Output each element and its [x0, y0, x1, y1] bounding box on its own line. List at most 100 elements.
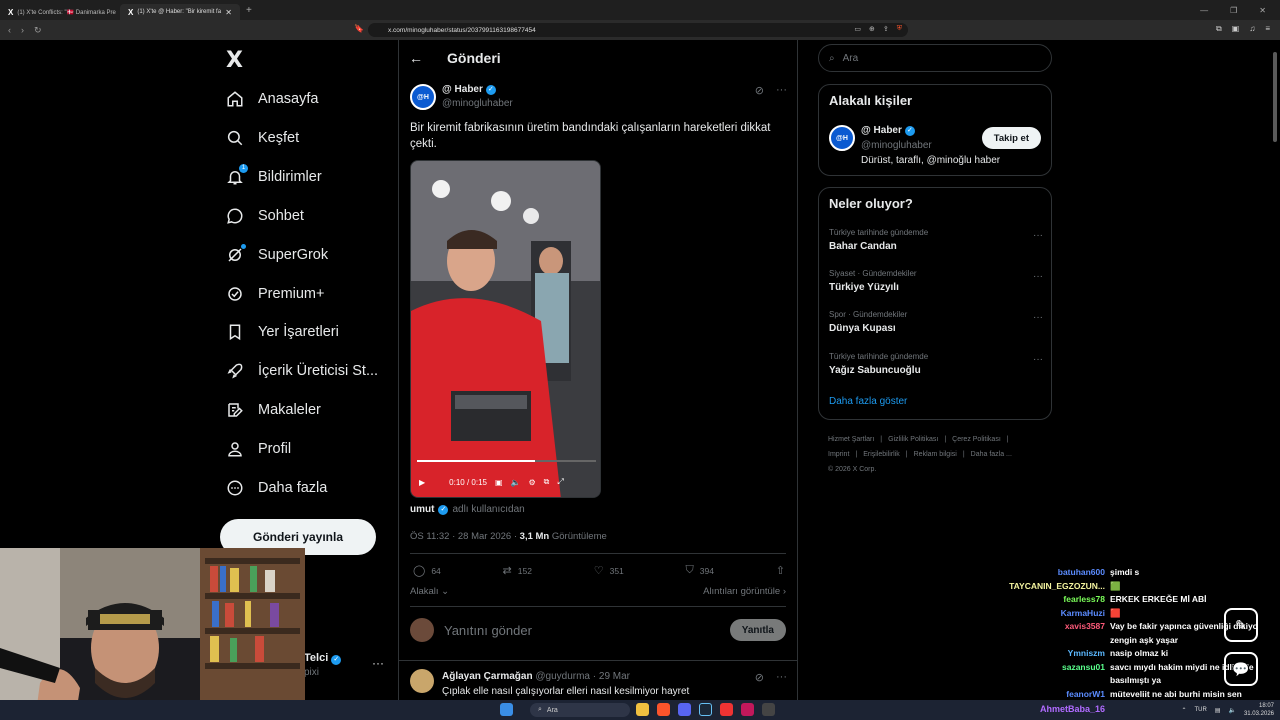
scrollbar-thumb[interactable]	[1273, 52, 1277, 142]
footer-link[interactable]: Erişilebilirlik	[863, 451, 900, 458]
browser-tab-1[interactable]: X (1) X'te Conflicts: "🇩🇰 Danimarka Pre …	[0, 4, 120, 20]
play-icon[interactable]: ▶	[419, 478, 425, 487]
like-button[interactable]: ♡ 351	[594, 564, 624, 577]
nav-item-supergrok[interactable]: SuperGrok	[226, 244, 328, 264]
view-quotes-link[interactable]: Alıntıları görüntüle ›	[703, 586, 786, 597]
chat-username[interactable]: fearless78	[990, 593, 1105, 607]
grok-icon[interactable]: ⊘	[755, 671, 764, 684]
new-tab-button[interactable]: +	[246, 5, 252, 16]
related-avatar[interactable]: @H	[829, 125, 855, 151]
share-button[interactable]: ⇧	[776, 564, 785, 577]
footer-link[interactable]: Imprint	[828, 451, 849, 458]
video-progress-bar[interactable]	[417, 460, 596, 462]
account-name[interactable]: Telci ✓	[304, 652, 342, 665]
chat-username[interactable]: batuhan600	[990, 566, 1105, 580]
trend-item[interactable]: Türkiye tarihinde gündemde Bahar Candan …	[829, 228, 1043, 252]
cast-icon[interactable]: ▭	[854, 25, 861, 33]
x-logo-icon[interactable]: X	[226, 48, 243, 73]
relevant-dropdown[interactable]: Alakalı ⌄	[410, 586, 449, 597]
menu-icon[interactable]: ≡	[1265, 24, 1270, 34]
taskbar-search[interactable]: ⌕ Ara	[530, 703, 630, 717]
tweet-time[interactable]: ÖS 11:32 · 28 Mar 2026 ·	[410, 531, 520, 542]
app-icon[interactable]	[720, 703, 733, 716]
more-options-icon[interactable]: ···	[1033, 354, 1043, 365]
tweet-video[interactable]: ▶ 0:10 / 0:15 ▣ 🔈 ⚙ ⧉ ⤢	[410, 160, 601, 498]
chat-username[interactable]: feanorW1	[990, 688, 1105, 702]
url-field[interactable]: x.com/minogluhaber/status/20379911631986…	[368, 23, 908, 37]
share-icon[interactable]: ⇪	[883, 25, 889, 33]
footer-link[interactable]: Daha fazla ...	[971, 451, 1012, 458]
reply-input[interactable]: Yanıtını gönder	[444, 623, 532, 638]
close-window-icon[interactable]: ✕	[1259, 6, 1266, 15]
account-more-icon[interactable]: ···	[372, 656, 384, 670]
nav-item-creator-studio[interactable]: İçerik Üreticisi St...	[226, 362, 378, 380]
search-input[interactable]: ⌕ Ara	[818, 44, 1052, 72]
close-icon[interactable]: ✕	[225, 8, 232, 17]
brave-shield-icon[interactable]: ⛨	[897, 25, 902, 33]
nav-item-chat[interactable]: Sohbet	[226, 207, 304, 225]
trend-item[interactable]: Spor · Gündemdekiler Dünya Kupası ···	[829, 310, 1043, 334]
minimize-icon[interactable]: —	[1200, 6, 1208, 15]
file-explorer-icon[interactable]	[636, 703, 649, 716]
nav-item-notifications[interactable]: 1 Bildirimler	[226, 164, 322, 186]
reply-tweet[interactable]: Ağlayan Çarmağan @guydurma · 29 Mar Çıpl…	[399, 660, 797, 700]
settings-icon[interactable]: ⚙	[529, 478, 536, 487]
back-arrow-icon[interactable]: ←	[409, 50, 423, 66]
nav-item-profile[interactable]: Profil	[226, 440, 291, 458]
reply-button[interactable]: ◯ 64	[413, 564, 441, 577]
more-options-icon[interactable]: ···	[776, 84, 787, 97]
more-options-icon[interactable]: ···	[776, 671, 787, 684]
credit-user[interactable]: umut	[410, 504, 434, 515]
wallet-icon[interactable]: ▣	[1232, 24, 1240, 34]
nav-item-home[interactable]: Anasayfa	[226, 90, 318, 108]
bookmark-button[interactable]: ⛉ 394	[686, 564, 714, 577]
chat-username[interactable]: Ymniszm	[990, 647, 1105, 661]
clock[interactable]: 18:07 31.03.2026	[1244, 702, 1274, 718]
related-name[interactable]: @ Haber ✓	[861, 125, 915, 136]
more-options-icon[interactable]: ···	[1033, 312, 1043, 323]
fullscreen-icon[interactable]: ⤢	[557, 477, 563, 487]
avatar[interactable]	[410, 669, 434, 693]
language-indicator[interactable]: TUR	[1194, 707, 1206, 713]
forward-arrow-icon[interactable]: ›	[21, 25, 24, 36]
zoom-icon[interactable]: ⊕	[869, 25, 875, 33]
chat-username[interactable]: xavis3587	[990, 620, 1105, 647]
avatar[interactable]	[410, 618, 434, 642]
nav-item-explore[interactable]: Keşfet	[226, 129, 299, 147]
grok-icon[interactable]: ⊘	[755, 84, 764, 97]
edit-overlay-icon[interactable]: ✎	[1224, 608, 1258, 642]
trend-item[interactable]: Türkiye tarihinde gündemde Yağız Sabuncu…	[829, 352, 1043, 376]
author-avatar[interactable]: @H	[410, 84, 436, 110]
author-handle[interactable]: @minogluhaber	[442, 98, 513, 109]
windows-start-icon[interactable]	[500, 703, 513, 716]
more-options-icon[interactable]: ···	[1033, 230, 1043, 241]
captions-icon[interactable]: ▣	[495, 478, 503, 487]
footer-link[interactable]: Çerez Politikası	[952, 436, 1001, 443]
repost-button[interactable]: ⇄ 152	[503, 564, 532, 577]
back-arrow-icon[interactable]: ‹	[8, 25, 11, 36]
bookmark-page-icon[interactable]: 🔖	[354, 24, 364, 33]
discord-icon[interactable]	[678, 703, 691, 716]
maximize-icon[interactable]: ❐	[1230, 6, 1237, 15]
chat-bubble-icon[interactable]: 💬	[1224, 652, 1258, 686]
author-name[interactable]: @ Haber ✓	[442, 84, 496, 95]
app-icon[interactable]	[762, 703, 775, 716]
footer-link[interactable]: Gizlilik Politikası	[888, 436, 938, 443]
steam-icon[interactable]	[699, 703, 712, 716]
volume-icon[interactable]: 🔈	[511, 478, 521, 487]
chat-username[interactable]: KarmaHuzi	[990, 607, 1105, 621]
show-more-link[interactable]: Daha fazla göster	[829, 396, 907, 407]
tray-chevron-icon[interactable]: ⌃	[1181, 707, 1186, 714]
chat-username[interactable]: sazansu01	[990, 661, 1105, 688]
reply-submit-button[interactable]: Yanıtla	[729, 619, 786, 641]
chat-username[interactable]: TAYCANIN_EGZOZUN...	[990, 580, 1105, 594]
nav-item-bookmarks[interactable]: Yer İşaretleri	[226, 323, 339, 341]
browser-tab-2[interactable]: X (1) X'te @ Haber: "Bir kiremit fa ✕	[120, 4, 240, 20]
nav-item-articles[interactable]: Makaleler	[226, 401, 321, 419]
footer-link[interactable]: Hizmet Şartları	[828, 436, 874, 443]
footer-link[interactable]: Reklam bilgisi	[914, 451, 957, 458]
more-options-icon[interactable]: ···	[1033, 271, 1043, 282]
nav-item-more[interactable]: Daha fazla	[226, 479, 327, 497]
follow-button[interactable]: Takip et	[981, 127, 1041, 149]
extensions-icon[interactable]: ⧉	[1216, 24, 1222, 34]
